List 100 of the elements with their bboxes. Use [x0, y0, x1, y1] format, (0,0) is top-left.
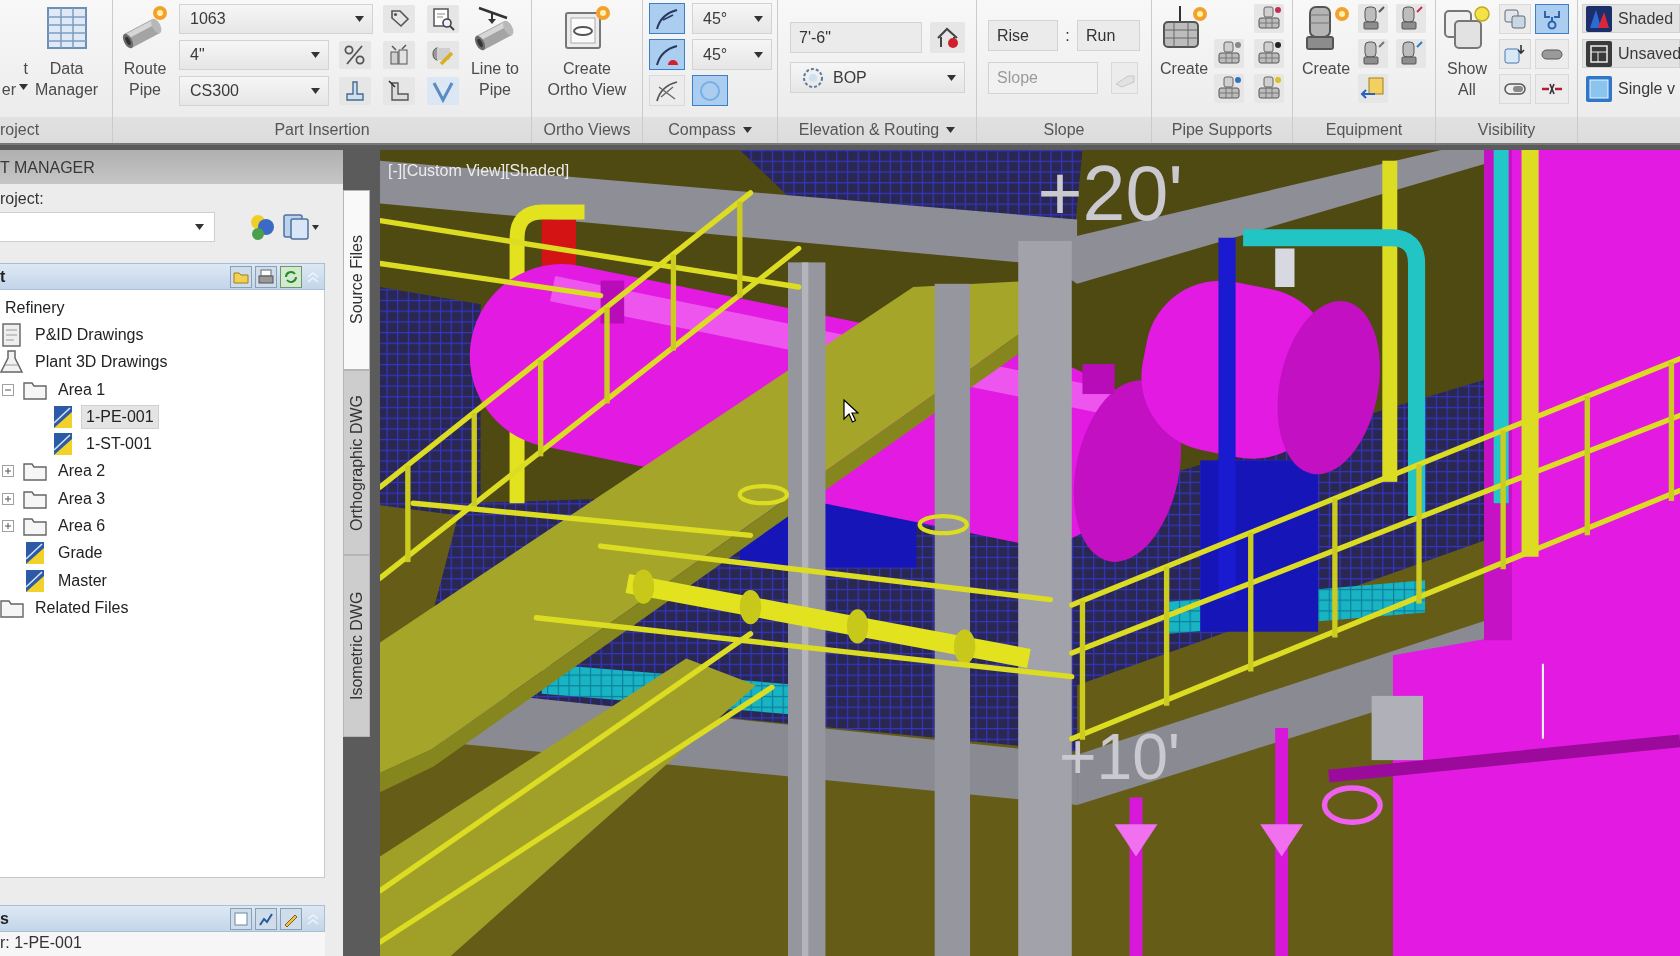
- percent-icon[interactable]: [339, 41, 371, 69]
- tree-item[interactable]: Grade: [53, 541, 108, 566]
- drawing-file-icon: [51, 404, 75, 429]
- palette-tab[interactable]: Orthographic DWG: [343, 370, 370, 555]
- chart-tile-icon[interactable]: [255, 907, 277, 930]
- caret-icon[interactable]: [946, 127, 956, 133]
- angle-dropdown[interactable]: 45°: [692, 3, 772, 34]
- tree-item[interactable]: P&ID Drawings: [30, 322, 149, 347]
- caret-icon[interactable]: [312, 224, 319, 230]
- folder-icon: [23, 461, 47, 482]
- tree-item[interactable]: Area 3: [53, 486, 111, 511]
- pipe-pencil-icon[interactable]: [427, 41, 459, 69]
- create-equipment-button[interactable]: Create: [1302, 0, 1351, 79]
- equipment-icon[interactable]: [1396, 39, 1427, 68]
- tree-item[interactable]: Area 6: [53, 514, 111, 538]
- tree-item[interactable]: Plant 3D Drawings: [30, 350, 173, 375]
- printer-tile-icon[interactable]: [255, 265, 277, 288]
- view-button[interactable]: Single v: [1582, 74, 1680, 103]
- expand-icon[interactable]: [2, 465, 14, 478]
- route-pipe-button[interactable]: Route Pipe: [119, 0, 171, 100]
- rise-field[interactable]: Rise: [988, 20, 1058, 51]
- panel-title: Equipment: [1325, 120, 1403, 140]
- tree-item[interactable]: 1-PE-001: [81, 404, 159, 429]
- collapse-icon[interactable]: [2, 383, 14, 396]
- pipe-reducer: [1114, 824, 1158, 857]
- document-icon: [0, 322, 24, 347]
- visibility-toggle[interactable]: [1535, 4, 1569, 34]
- equipment-icon[interactable]: [1358, 39, 1389, 68]
- equipment-icon[interactable]: [1358, 4, 1389, 33]
- panel-title[interactable]: Elevation & Routing: [798, 120, 940, 140]
- panel-title: Ortho Views: [543, 120, 631, 140]
- manager-button[interactable]: t er: [0, 0, 28, 100]
- document-stack-icon[interactable]: [282, 213, 310, 241]
- view-dropdown[interactable]: Shaded: [1582, 4, 1680, 33]
- size-dropdown[interactable]: 4": [179, 40, 329, 70]
- compass-toggle[interactable]: [649, 3, 685, 34]
- details-field: r: 1-PE-001: [0, 932, 325, 956]
- v-pipe-icon[interactable]: [427, 77, 459, 105]
- import-icon[interactable]: [1358, 74, 1389, 103]
- run-field[interactable]: Run: [1077, 20, 1140, 51]
- tree-item[interactable]: Related Files: [30, 595, 134, 620]
- data-manager-button[interactable]: Data Manager: [35, 0, 99, 100]
- tree-item[interactable]: Master: [53, 568, 112, 593]
- cursor-icon: [843, 399, 859, 423]
- view-icon: [1586, 40, 1612, 67]
- pencil-tile-icon[interactable]: [280, 907, 302, 930]
- view-dropdown[interactable]: Unsaved: [1582, 39, 1680, 68]
- tree-item[interactable]: Area 1: [53, 377, 111, 402]
- line-to-pipe-button[interactable]: Line to Pipe: [469, 0, 521, 100]
- folder-icon: [23, 379, 47, 400]
- support-icon[interactable]: [1254, 39, 1285, 68]
- equipment-icon[interactable]: [1396, 4, 1427, 33]
- palette-tab[interactable]: Isometric DWG: [343, 555, 370, 737]
- palette-tab[interactable]: Source Files: [343, 190, 370, 370]
- show-all-button[interactable]: Show All: [1443, 0, 1491, 100]
- spec-dropdown[interactable]: CS300: [179, 76, 329, 106]
- elevation-reference-dropdown[interactable]: BOP: [790, 62, 965, 93]
- circle-icon: [697, 78, 723, 103]
- caret-icon: [754, 51, 763, 58]
- squares-bulb-icon: [1443, 5, 1491, 51]
- box-arrow-icon: [1503, 43, 1527, 65]
- expand-icon[interactable]: [2, 520, 14, 532]
- create-ortho-view-button[interactable]: Create Ortho View: [547, 0, 627, 100]
- document-search-icon[interactable]: [427, 5, 459, 33]
- compass-toggle[interactable]: [692, 75, 728, 106]
- project-label: roject:: [0, 190, 44, 208]
- elevation-field[interactable]: 7'-6": [790, 22, 922, 53]
- pipe-fitting-icon[interactable]: [383, 41, 415, 69]
- caret-icon[interactable]: [742, 127, 752, 133]
- flask-icon: [0, 350, 24, 375]
- elbow-pipe-icon[interactable]: [383, 77, 415, 105]
- refresh-tile-icon[interactable]: [280, 265, 302, 288]
- panel-title: Slope: [1043, 120, 1085, 140]
- square-tile-icon[interactable]: [230, 907, 252, 930]
- caret-icon: [195, 224, 204, 230]
- arc-cross-icon: [654, 78, 680, 103]
- tree-item[interactable]: 1-ST-001: [81, 432, 157, 457]
- valve-handwheel: [917, 513, 969, 536]
- ratio-separator: :: [1064, 26, 1071, 45]
- create-support-button[interactable]: Create: [1160, 0, 1209, 79]
- nozzle: [1275, 248, 1295, 287]
- house-marker-icon[interactable]: [930, 22, 965, 53]
- colored-circles-icon[interactable]: [248, 213, 276, 241]
- line-number-dropdown[interactable]: 1063: [179, 4, 373, 34]
- compass-toggle[interactable]: [649, 39, 685, 70]
- panel-title[interactable]: Compass: [668, 120, 736, 140]
- tag-icon[interactable]: [383, 5, 415, 33]
- angle-dropdown[interactable]: 45°: [692, 39, 772, 70]
- stand-icon[interactable]: [339, 77, 371, 105]
- arc-marker-icon: [654, 42, 680, 67]
- expand-icon[interactable]: [2, 492, 14, 505]
- caret-icon: [311, 52, 320, 58]
- tree-item[interactable]: Refinery: [0, 295, 70, 320]
- panel-title: roject: [0, 120, 40, 140]
- tree-item[interactable]: Area 2: [53, 459, 111, 484]
- window-view-icon: [563, 5, 611, 51]
- folder-icon: [23, 488, 47, 509]
- pipe-reducer: [1260, 824, 1304, 857]
- section-title: t: [0, 267, 6, 286]
- folder-tile-icon[interactable]: [230, 265, 252, 288]
